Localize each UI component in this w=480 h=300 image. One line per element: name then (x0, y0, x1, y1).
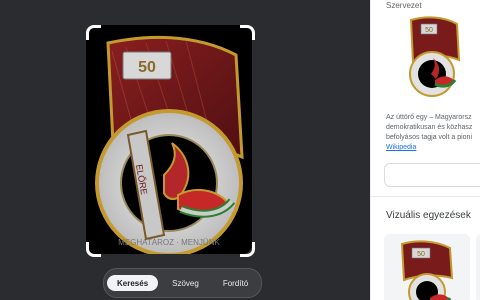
wikipedia-link[interactable]: Wikipedia (386, 143, 480, 153)
lens-mode-switch: Keresés Szöveg Fordító (103, 268, 263, 298)
section-divider (371, 196, 480, 197)
result-thumbnail[interactable]: 50 (403, 14, 461, 100)
visual-match-image: 50 (384, 234, 470, 300)
result-description: Az úttörő egy – Magyarorsz demokratikusa… (386, 113, 480, 153)
crop-handle-bottom-left[interactable] (86, 242, 101, 257)
badge-number: 50 (138, 59, 156, 76)
thumbnail-badge-number: 50 (425, 27, 433, 34)
mode-text-button[interactable]: Szöveg (162, 275, 209, 291)
mode-translate-button[interactable]: Fordító (213, 275, 258, 291)
badge-thumbnail-image: 50 (403, 14, 461, 100)
pioneer-badge-image: 50 ELŐRE MEGHATÁROZ · MENJÜNK (86, 25, 252, 254)
results-side-panel: Szervezet 50 Az úttörő egy – Magyarorsz … (370, 0, 480, 300)
visual-match-card-partial[interactable] (476, 234, 480, 300)
result-action-box[interactable] (384, 163, 480, 187)
crop-handle-top-right[interactable] (240, 25, 255, 40)
visual-match-card[interactable]: 50 (384, 234, 470, 300)
badge-ring-text: MEGHATÁROZ · MENJÜNK (118, 238, 220, 247)
visual-matches-title: Vizuális egyezések (386, 210, 471, 221)
crop-handle-top-left[interactable] (86, 25, 101, 40)
visual-match-badge-number: 50 (417, 251, 425, 258)
result-section-title: Szervezet (386, 1, 422, 10)
mode-search-button[interactable]: Keresés (107, 275, 159, 291)
selected-image[interactable]: 50 ELŐRE MEGHATÁROZ · MENJÜNK (86, 25, 252, 254)
